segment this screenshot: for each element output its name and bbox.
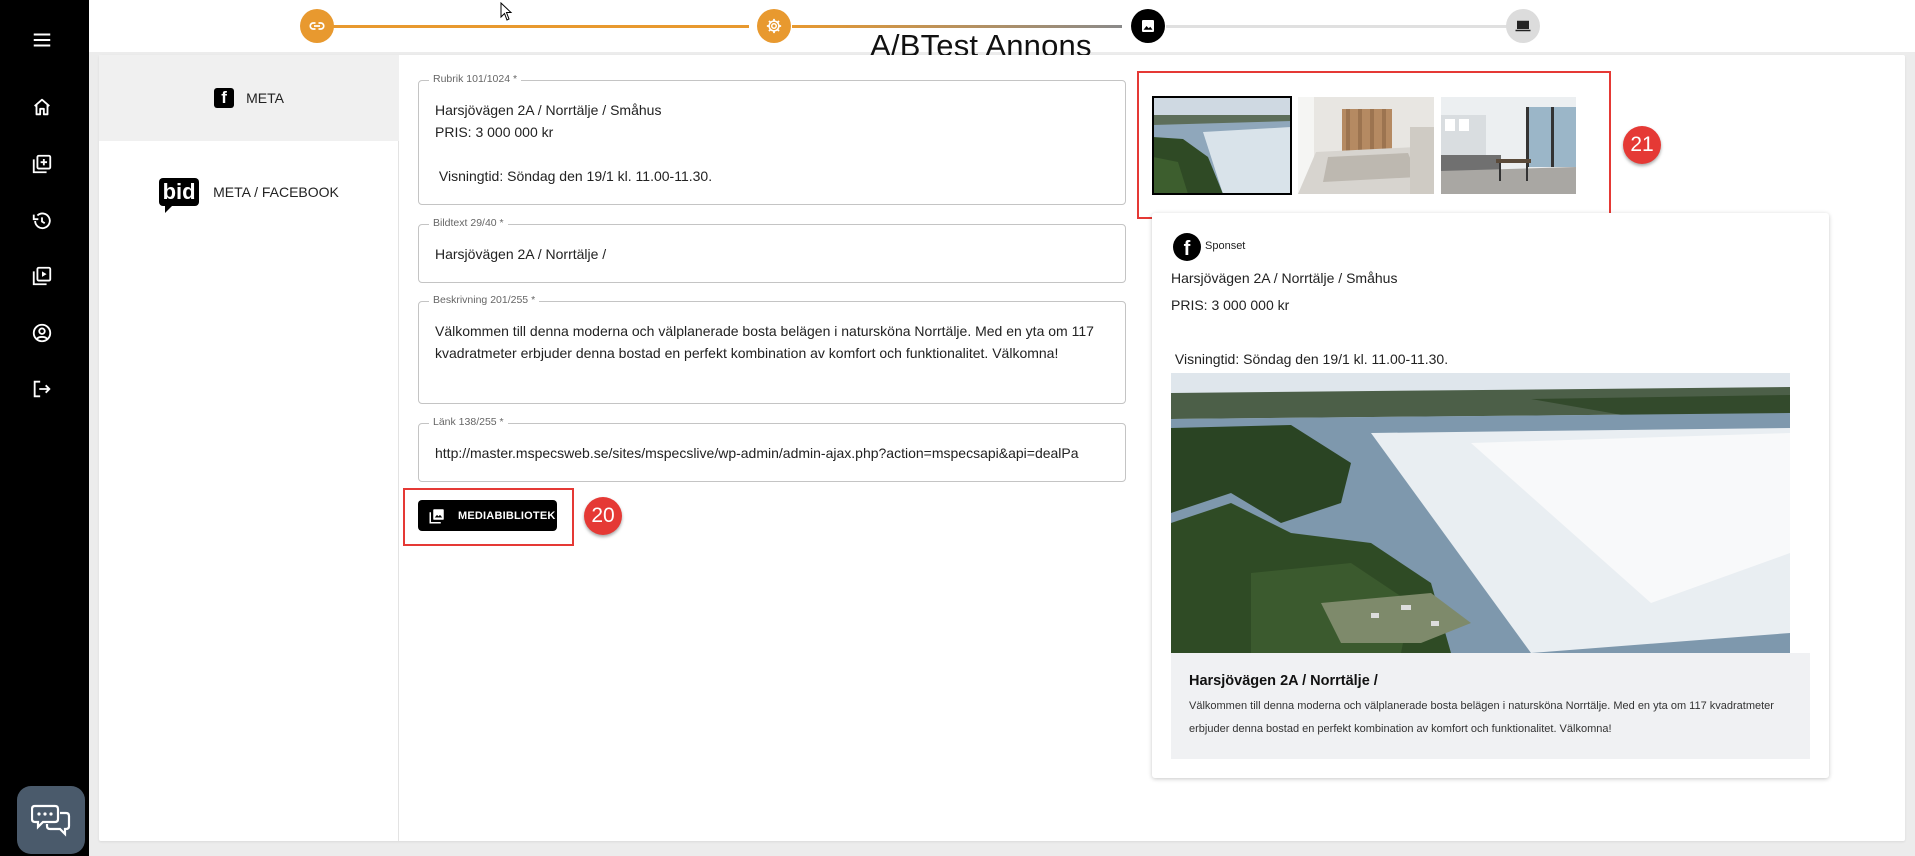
bildtext-value[interactable]: Harsjövägen 2A / Norrtälje / <box>419 225 1125 265</box>
lank-label: Länk 138/255 * <box>429 416 508 428</box>
preview-caption-title: Harsjövägen 2A / Norrtälje / <box>1189 673 1378 689</box>
nav-item-label: META / FACEBOOK <box>213 184 339 200</box>
gear-icon <box>766 18 782 34</box>
monitor-icon <box>1515 20 1531 32</box>
sidebar <box>0 0 89 856</box>
mouse-cursor-icon <box>500 2 513 21</box>
preview-caption: Harsjövägen 2A / Norrtälje / Välkommen t… <box>1171 653 1810 759</box>
beskrivning-label: Beskrivning 201/255 * <box>429 294 540 306</box>
thumbnail-bedroom[interactable] <box>1298 97 1434 194</box>
home-icon[interactable] <box>27 92 57 122</box>
sponsored-label: Sponset <box>1205 240 1246 252</box>
facebook-circle-icon: f <box>1173 233 1201 261</box>
video-library-icon[interactable] <box>27 261 57 291</box>
lank-field[interactable]: Länk 138/255 * http://master.mspecsweb.s… <box>418 416 1126 482</box>
thumbnail-aerial-lake[interactable] <box>1152 96 1292 195</box>
platform-nav: f META bid META / FACEBOOK <box>99 55 399 841</box>
menu-icon[interactable] <box>27 25 57 55</box>
step-link[interactable] <box>300 9 334 43</box>
preview-image-aerial-lake <box>1171 373 1790 653</box>
bildtext-label: Bildtext 29/40 * <box>429 217 508 229</box>
rubrik-value[interactable]: Harsjövägen 2A / Norrtälje / Småhus PRIS… <box>419 81 1125 187</box>
step-preview[interactable] <box>1506 9 1540 43</box>
stepper-line-1 <box>329 25 749 28</box>
preview-text: Harsjövägen 2A / Norrtälje / Småhus PRIS… <box>1171 270 1449 367</box>
annotation-badge-21: 21 <box>1623 126 1661 164</box>
preview-caption-description: Välkommen till denna moderna och välplan… <box>1189 700 1774 735</box>
account-icon[interactable] <box>27 318 57 348</box>
history-icon[interactable] <box>27 206 57 236</box>
annotation-box-20 <box>403 488 574 546</box>
bid-logo: bid <box>159 178 200 213</box>
nav-item-meta[interactable]: f META <box>99 55 399 141</box>
lank-value[interactable]: http://master.mspecsweb.se/sites/mspecsl… <box>419 424 1125 464</box>
image-icon <box>1142 20 1154 32</box>
bildtext-field[interactable]: Bildtext 29/40 * Harsjövägen 2A / Norrtä… <box>418 217 1126 283</box>
facebook-icon: f <box>214 88 235 108</box>
thumbnail-kitchen[interactable] <box>1441 97 1576 194</box>
nav-item-meta-facebook[interactable]: bid META / FACEBOOK <box>99 141 399 243</box>
step-images[interactable] <box>1131 9 1165 43</box>
link-icon <box>309 22 325 30</box>
stepper-line-3 <box>1166 25 1519 28</box>
rubrik-label: Rubrik 101/1024 * <box>429 73 522 85</box>
chat-bubbles-icon <box>31 804 71 837</box>
beskrivning-value[interactable]: Välkommen till denna moderna och välplan… <box>419 302 1125 364</box>
beskrivning-field[interactable]: Beskrivning 201/255 * Välkommen till den… <box>418 294 1126 404</box>
add-library-icon[interactable] <box>27 149 57 179</box>
annotation-badge-20: 20 <box>584 497 622 535</box>
nav-item-label: META <box>246 90 284 106</box>
logout-icon[interactable] <box>27 374 57 404</box>
chat-support-button[interactable] <box>17 786 85 854</box>
rubrik-field[interactable]: Rubrik 101/1024 * Harsjövägen 2A / Norrt… <box>418 73 1126 205</box>
step-settings[interactable] <box>757 9 791 43</box>
